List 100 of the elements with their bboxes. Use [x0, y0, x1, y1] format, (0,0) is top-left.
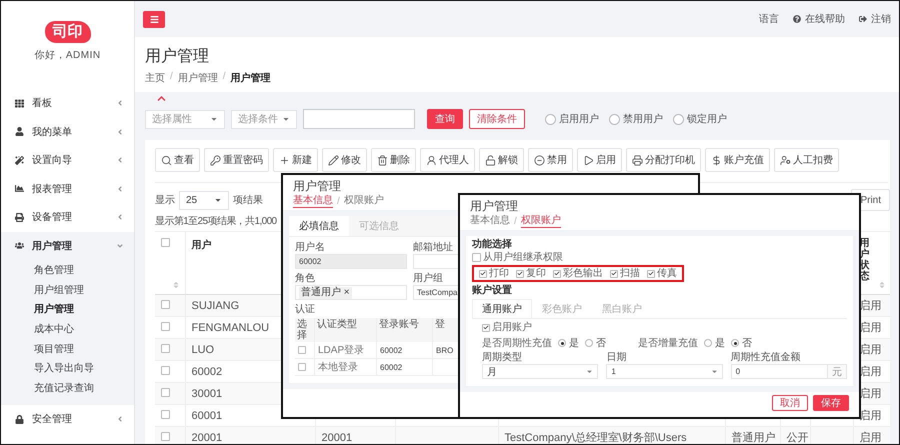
tab[interactable]: 基本信息 [470, 214, 510, 228]
menu-item[interactable]: 设置向导 [1, 146, 134, 174]
tab[interactable]: 基本信息 [293, 194, 333, 208]
checkbox[interactable] [161, 344, 170, 352]
table-cell: 公开 [786, 432, 808, 444]
menu-item[interactable]: 看板 [1, 89, 134, 118]
table-cell: FENGMANLOU [192, 322, 270, 334]
menu-button[interactable] [143, 10, 165, 28]
role-field[interactable]: 普通用户 × [295, 285, 407, 300]
checkbox[interactable] [161, 322, 170, 330]
query-button[interactable]: 查询 [427, 109, 463, 129]
checkbox[interactable] [516, 270, 524, 278]
toolbar-button[interactable]: 分配打印机 [626, 148, 701, 172]
checkbox[interactable] [482, 324, 490, 332]
radio-option[interactable]: 禁用用户 [609, 112, 663, 126]
search-field[interactable] [303, 109, 415, 129]
checkbox[interactable] [161, 410, 170, 418]
column-header: 认证类型 [315, 318, 377, 342]
menu-item[interactable]: 报表管理 [1, 174, 134, 203]
toolbar-button[interactable]: 重置密码 [204, 148, 269, 172]
checkbox[interactable] [553, 270, 561, 278]
save-button[interactable]: 保存 [813, 395, 849, 411]
menu-item[interactable]: 用户管理 [1, 232, 134, 260]
toolbar-button[interactable]: 启用 [577, 148, 622, 172]
submenu-item[interactable]: 用户组管理 [1, 280, 134, 300]
breadcrumb-link[interactable]: 主页 [145, 71, 165, 85]
checkbox[interactable] [161, 300, 170, 308]
greeting-text: 你好，ADMIN [34, 49, 101, 62]
username-field: 60002 [295, 254, 407, 269]
breadcrumb-link[interactable]: 用户管理 [230, 71, 271, 85]
checkbox[interactable] [161, 366, 170, 374]
table-cell: 30001 [192, 388, 222, 400]
table-cell: TestCompany\总经理室\财务部\Users [504, 432, 687, 444]
period-select[interactable]: 月 [482, 364, 598, 379]
checkbox[interactable] [298, 346, 306, 354]
radio-button[interactable] [673, 114, 684, 124]
checkbox-option[interactable]: 复印 [516, 267, 546, 280]
submenu-item[interactable]: 角色管理 [1, 260, 134, 280]
submenu-item[interactable]: 用户管理 [1, 299, 134, 320]
checkbox-option[interactable]: 打印 [479, 267, 509, 280]
clear-button[interactable]: 清除条件 [469, 109, 525, 129]
collapse-icon[interactable] [157, 94, 166, 103]
toolbar-button[interactable]: 查看 [155, 148, 200, 172]
radio-button[interactable] [704, 339, 712, 347]
field-label: 角色 [295, 273, 315, 285]
menu-item[interactable]: 安全管理 [1, 404, 134, 434]
user-icon [15, 127, 24, 136]
date-select[interactable]: 1 [606, 364, 723, 379]
toolbar-button[interactable]: 禁用 [528, 148, 573, 172]
checkbox[interactable] [161, 432, 170, 440]
cancel-button[interactable]: 取消 [772, 395, 808, 411]
radio-button[interactable] [545, 114, 556, 124]
radio-option[interactable]: 锁定用户 [673, 112, 727, 126]
checkbox[interactable] [161, 238, 170, 247]
radio-button[interactable] [609, 114, 620, 124]
submenu-item[interactable]: 充值记录查询 [1, 378, 134, 398]
amount-field[interactable]: 0 [730, 364, 828, 379]
radio-button[interactable] [585, 339, 593, 347]
help-link[interactable]: 在线帮助 [793, 12, 845, 26]
checkbox[interactable] [610, 270, 618, 278]
radio-option[interactable]: 启用用户 [545, 112, 599, 126]
checkbox-option[interactable]: 彩色输出 [553, 267, 603, 280]
toolbar-button[interactable]: 新建 [273, 148, 318, 172]
sort-icon[interactable] [878, 281, 886, 289]
tab[interactable]: 通用账户 [472, 299, 532, 318]
checkbox-option[interactable]: 从用户组继承权限 [472, 251, 847, 264]
checkbox[interactable] [298, 363, 306, 371]
checkbox[interactable] [647, 270, 655, 278]
tab[interactable]: 必填信息 [289, 216, 349, 236]
language-link[interactable]: 语言 [759, 12, 779, 26]
menu-item[interactable]: 设备管理 [1, 203, 134, 232]
role-tag[interactable]: 普通用户 × [299, 286, 352, 298]
submenu-item[interactable]: 成本中心 [1, 319, 134, 339]
sort-icon[interactable] [172, 281, 180, 289]
checkbox-option[interactable]: 扫描 [610, 267, 640, 280]
table-cell: 60002 [377, 342, 433, 359]
toolbar-button[interactable]: 修改 [322, 148, 367, 172]
radio-option[interactable]: 是 [704, 336, 725, 350]
page-size-select[interactable]: 25 [179, 190, 229, 210]
toolbar-button[interactable]: 人工扣费 [774, 148, 839, 172]
menu-item[interactable]: 我的菜单 [1, 118, 134, 146]
toolbar-button[interactable]: 代理人 [420, 148, 475, 172]
logout-link[interactable]: 注销 [859, 12, 891, 26]
checkbox[interactable] [472, 253, 481, 262]
toolbar-button[interactable]: 删除 [371, 148, 416, 172]
submenu-item[interactable]: 导入导出向导 [1, 358, 134, 378]
radio-option[interactable]: 否 [731, 336, 752, 350]
radio-button[interactable] [731, 339, 739, 347]
breadcrumb-link[interactable]: 用户管理 [178, 71, 218, 85]
radio-button[interactable] [558, 339, 566, 347]
caret-icon [210, 115, 218, 123]
tab[interactable]: 权限账户 [344, 194, 384, 208]
checkbox-option[interactable]: 传真 [647, 267, 677, 280]
toolbar-button[interactable]: 账户充值 [705, 148, 770, 172]
checkbox[interactable] [479, 270, 487, 278]
submenu-item[interactable]: 项目管理 [1, 338, 134, 358]
tab[interactable]: 权限账户 [520, 214, 561, 228]
toolbar-button[interactable]: 解锁 [479, 148, 524, 172]
chevron-left-icon [116, 128, 124, 136]
checkbox[interactable] [161, 388, 170, 396]
